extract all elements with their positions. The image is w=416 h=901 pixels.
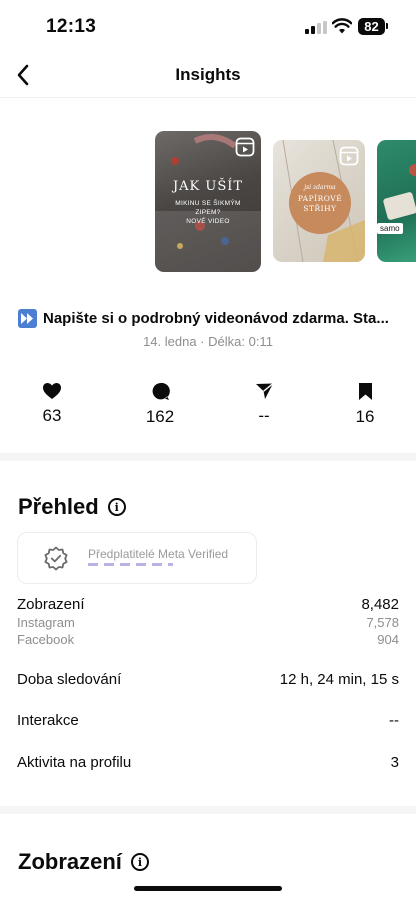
facebook-label: Facebook [17, 632, 75, 647]
watch-time-label: Doba sledování [17, 671, 122, 688]
watch-time-row: Doba sledování 12 h, 24 min, 15 s [17, 671, 399, 688]
heart-icon [43, 383, 61, 399]
status-time: 12:13 [46, 16, 97, 37]
interactions-row: Interakce -- [17, 712, 399, 729]
interactions-label: Interakce [17, 712, 79, 729]
verified-badge-icon [44, 546, 68, 571]
post-caption: Napište si o podrobný videonávod zdarma.… [18, 309, 408, 328]
profile-activity-value: 3 [390, 754, 399, 771]
views-row: Zobrazení 8,482 [17, 596, 399, 613]
meta-verified-label: Předplatitelé Meta Verified [88, 547, 229, 561]
reel-thumbnail[interactable]: jsi zdarma PAPÍROVÉ STŘIHY [273, 140, 365, 262]
comments-stat: 162 [120, 382, 200, 427]
comment-icon [152, 382, 170, 400]
section-divider [0, 453, 416, 461]
profile-activity-label: Aktivita na profilu [17, 754, 132, 771]
overview-heading: Přehled i [18, 494, 126, 520]
shares-stat: -- [224, 382, 304, 426]
battery-indicator: 82 [358, 18, 385, 35]
thumbnail-badge: jsi zdarma PAPÍROVÉ STŘIHY [289, 172, 351, 234]
instagram-views-row: Instagram 7,578 [17, 615, 399, 630]
reel-thumbnail[interactable]: samo [377, 140, 416, 262]
facebook-views-row: Facebook 904 [17, 632, 399, 647]
views-label: Zobrazení [17, 596, 85, 613]
reel-icon [339, 146, 359, 166]
wifi-icon [332, 18, 352, 34]
reel-thumbnails: JAK UŠÍT MIKINU SE ŠIKMÝM ZIPEM? NOVÉ VI… [0, 130, 416, 275]
post-meta: 14. ledna · Délka: 0:11 [143, 334, 273, 349]
thumbnail-title: JAK UŠÍT [172, 179, 244, 194]
instagram-value: 7,578 [366, 615, 399, 630]
views-value: 8,482 [361, 596, 399, 613]
info-icon[interactable]: i [130, 853, 149, 871]
bookmark-icon [358, 383, 372, 400]
profile-activity-row[interactable]: Aktivita na profilu 3 [17, 754, 399, 771]
saves-stat: 16 [325, 382, 405, 427]
status-bar: 12:13 82 [0, 0, 416, 52]
signal-icon [305, 21, 327, 34]
home-indicator[interactable] [134, 886, 282, 891]
caption-text: Napište si o podrobný videonávod zdarma.… [43, 310, 389, 327]
likes-stat: 63 [12, 382, 92, 426]
thumbnail-tag: samo [377, 223, 403, 234]
reel-thumbnail-selected[interactable]: JAK UŠÍT MIKINU SE ŠIKMÝM ZIPEM? NOVÉ VI… [155, 131, 261, 272]
instagram-label: Instagram [17, 615, 75, 630]
share-icon [255, 382, 273, 399]
interactions-value: -- [389, 712, 399, 729]
meta-verified-card[interactable]: Předplatitelé Meta Verified [17, 532, 257, 584]
reel-icon [235, 137, 255, 157]
meta-verified-link [88, 563, 173, 566]
battery-tip [386, 23, 388, 29]
thumbnail-artwork [383, 164, 416, 220]
facebook-value: 904 [377, 632, 399, 647]
section-divider [0, 806, 416, 814]
views-heading: Zobrazení i [18, 849, 149, 875]
play-button-emoji-icon [18, 309, 37, 328]
thumbnail-subtitle: MIKINU SE ŠIKMÝM ZIPEM? NOVÉ VIDEO [175, 200, 241, 225]
info-icon[interactable]: i [107, 498, 126, 516]
page-title: Insights [175, 65, 241, 84]
watch-time-value: 12 h, 24 min, 15 s [279, 671, 399, 688]
engagement-stats: 63 162 -- 16 [0, 382, 416, 432]
nav-bar: Insights [0, 52, 416, 98]
